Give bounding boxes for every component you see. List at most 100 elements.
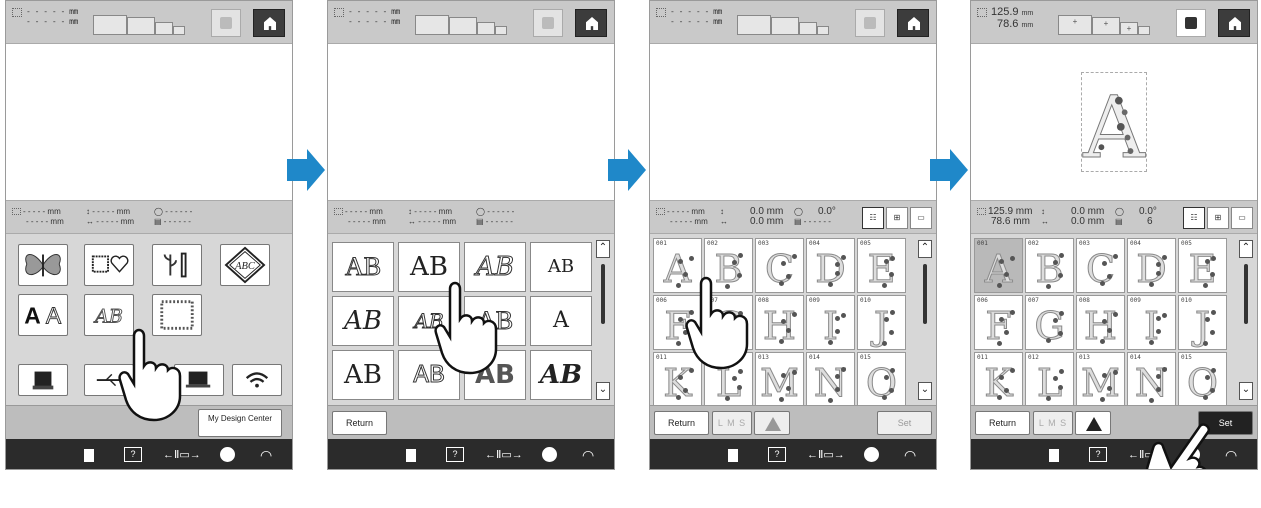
wifi-icon[interactable]: ◠ xyxy=(260,447,272,463)
scroll-thumb[interactable] xyxy=(601,264,605,324)
scroll-thumb[interactable] xyxy=(923,264,927,324)
letter-cell[interactable]: 006 F xyxy=(974,295,1023,350)
letter-cell[interactable]: 010 J xyxy=(1178,295,1227,350)
document-icon[interactable] xyxy=(728,449,738,462)
thumbnail-large-button[interactable]: ▭ xyxy=(910,207,932,229)
lms-size-button[interactable]: L M S xyxy=(712,411,752,435)
letter-cell[interactable]: 002 B xyxy=(1025,238,1074,293)
thumbnail-small-button[interactable]: ☷ xyxy=(1183,207,1205,229)
font-tile[interactable]: AB xyxy=(332,350,394,400)
wifi-icon[interactable]: ◠ xyxy=(582,447,594,463)
letter-cell[interactable]: 001 A xyxy=(653,238,702,293)
return-button[interactable]: Return xyxy=(332,411,387,435)
letter-cell[interactable]: 010 J xyxy=(857,295,906,350)
help-icon[interactable]: ? xyxy=(446,447,464,462)
scroll-thumb[interactable] xyxy=(1244,264,1248,324)
document-icon[interactable] xyxy=(1049,449,1059,462)
scroll-down-icon[interactable]: ⌄ xyxy=(596,382,610,400)
home-button[interactable] xyxy=(1218,9,1250,37)
help-icon[interactable]: ? xyxy=(124,447,142,462)
layout-button[interactable] xyxy=(1176,9,1206,37)
letter-cell[interactable]: 001 A xyxy=(974,238,1023,293)
letter-cell[interactable]: 009 I xyxy=(1127,295,1176,350)
help-icon[interactable]: ? xyxy=(768,447,786,462)
letter-cell[interactable]: 013 M xyxy=(1076,352,1125,407)
letter-cell[interactable]: 008 H xyxy=(755,295,804,350)
font-tile[interactable]: A xyxy=(530,296,592,346)
return-button[interactable]: Return xyxy=(654,411,709,435)
font-tile[interactable]: AB xyxy=(398,296,460,346)
thumbnail-large-button[interactable]: ▭ xyxy=(1231,207,1253,229)
scrollbar[interactable]: ⌃ ⌄ xyxy=(596,240,610,400)
help-icon[interactable]: ? xyxy=(1089,447,1107,462)
thumbnail-medium-button[interactable]: ⊞ xyxy=(1207,207,1229,229)
letter-cell[interactable]: 009 I xyxy=(806,295,855,350)
clock-icon[interactable] xyxy=(1185,447,1200,462)
letter-cell[interactable]: 015 O xyxy=(857,352,906,407)
wifi-icon[interactable]: ◠ xyxy=(1225,447,1237,463)
letter-cell[interactable]: 004 D xyxy=(1127,238,1176,293)
monogram-category[interactable]: ABC xyxy=(220,244,270,286)
wireless-button[interactable] xyxy=(232,364,282,396)
font-tile[interactable]: AB xyxy=(530,350,592,400)
clock-icon[interactable] xyxy=(220,447,235,462)
thread-icon[interactable]: ←Ⅱ▭→ xyxy=(485,447,523,463)
pc-button[interactable] xyxy=(174,364,224,396)
set-button[interactable]: Set xyxy=(877,411,932,435)
scroll-down-icon[interactable]: ⌄ xyxy=(918,382,932,400)
embroidery-machine-button[interactable] xyxy=(18,364,68,396)
alphabet-category[interactable]: A A xyxy=(18,294,68,336)
my-design-center-button[interactable]: My Design Center xyxy=(198,409,282,437)
usb-button[interactable] xyxy=(84,364,134,396)
document-icon[interactable] xyxy=(84,449,94,462)
home-button[interactable] xyxy=(575,9,607,37)
mirror-button[interactable] xyxy=(1075,411,1111,435)
document-icon[interactable] xyxy=(406,449,416,462)
letter-cell[interactable]: 003 C xyxy=(755,238,804,293)
font-tile[interactable]: AB xyxy=(398,242,460,292)
scroll-up-icon[interactable]: ⌃ xyxy=(918,240,932,258)
font-tile[interactable]: AB xyxy=(464,296,526,346)
clock-icon[interactable] xyxy=(864,447,879,462)
return-button[interactable]: Return xyxy=(975,411,1030,435)
letter-cell[interactable]: 004 D xyxy=(806,238,855,293)
scrollbar[interactable]: ⌃ ⌄ xyxy=(918,240,932,400)
mirror-button[interactable] xyxy=(754,411,790,435)
scrollbar[interactable]: ⌃ ⌄ xyxy=(1239,240,1253,400)
thread-icon[interactable]: ←Ⅱ▭→ xyxy=(163,447,201,463)
letter-cell[interactable]: 014 N xyxy=(1127,352,1176,407)
letter-cell[interactable]: 003 C xyxy=(1076,238,1125,293)
font-tile[interactable]: AB xyxy=(464,350,526,400)
home-button[interactable] xyxy=(253,9,285,37)
font-tile[interactable]: AB xyxy=(464,242,526,292)
butterfly-category[interactable] xyxy=(18,244,68,286)
letter-cell[interactable]: 013 M xyxy=(755,352,804,407)
wifi-icon[interactable]: ◠ xyxy=(904,447,916,463)
set-button[interactable]: Set xyxy=(1198,411,1253,435)
clock-icon[interactable] xyxy=(542,447,557,462)
layout-button[interactable] xyxy=(855,9,885,37)
letter-cell[interactable]: 006 F xyxy=(653,295,702,350)
letter-cell[interactable]: 012 L xyxy=(1025,352,1074,407)
letter-cell[interactable]: 012 L xyxy=(704,352,753,407)
letter-cell[interactable]: 011 K xyxy=(974,352,1023,407)
lms-size-button[interactable]: L M S xyxy=(1033,411,1073,435)
letter-cell[interactable]: 011 K xyxy=(653,352,702,407)
decorative-alphabet-category[interactable]: AB xyxy=(84,294,134,336)
letter-cell[interactable]: 007 G xyxy=(1025,295,1074,350)
layout-button[interactable] xyxy=(211,9,241,37)
font-tile[interactable]: AB xyxy=(332,242,394,292)
font-tile[interactable]: AB xyxy=(398,350,460,400)
border-category[interactable] xyxy=(152,244,202,286)
scroll-up-icon[interactable]: ⌃ xyxy=(1239,240,1253,258)
thread-icon[interactable]: ←Ⅱ▭→ xyxy=(1128,447,1166,463)
font-tile[interactable]: AB xyxy=(332,296,394,346)
letter-cell[interactable]: 005 E xyxy=(1178,238,1227,293)
scroll-down-icon[interactable]: ⌄ xyxy=(1239,382,1253,400)
thumbnail-medium-button[interactable]: ⊞ xyxy=(886,207,908,229)
thumbnail-small-button[interactable]: ☷ xyxy=(862,207,884,229)
thread-icon[interactable]: ←Ⅱ▭→ xyxy=(807,447,845,463)
letter-cell[interactable]: 015 O xyxy=(1178,352,1227,407)
scroll-up-icon[interactable]: ⌃ xyxy=(596,240,610,258)
frame-heart-category[interactable] xyxy=(84,244,134,286)
